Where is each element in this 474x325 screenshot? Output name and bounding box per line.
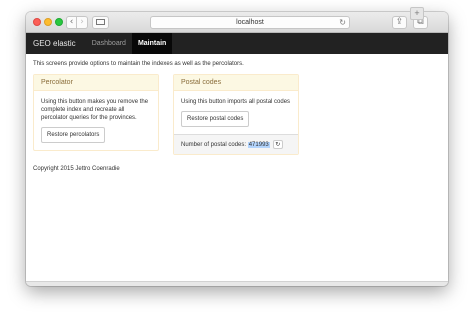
nav-item-maintain[interactable]: Maintain [131, 33, 173, 54]
minimize-window-button[interactable] [44, 18, 52, 26]
navbar-brand[interactable]: GEO elastic [26, 33, 86, 54]
postal-count-value: 471993 [247, 141, 270, 148]
intro-text: This screens provide options to maintain… [33, 61, 244, 67]
url-text: localhost [236, 19, 264, 26]
panel-title: Percolator [34, 75, 158, 91]
panel-title: Postal codes [174, 75, 298, 91]
postal-codes-panel: Postal codes Using this button imports a… [173, 74, 299, 155]
app-navbar: GEO elastic Dashboard Maintain [26, 33, 448, 54]
panels-row: Percolator Using this button makes you r… [33, 74, 441, 155]
panel-body: Using this button makes you remove the c… [34, 91, 158, 150]
sidebar-icon [96, 19, 105, 25]
share-icon[interactable]: ⇪ [392, 16, 407, 29]
copyright-footer: Copyright 2015 Jettro Coenradie [33, 166, 120, 172]
sidebar-toggle-button[interactable] [92, 16, 109, 29]
panel-description: Using this button imports all postal cod… [181, 99, 291, 105]
status-bar [26, 281, 448, 286]
panel-footer: Number of postal codes: 471993 ↻ [174, 134, 298, 154]
address-bar[interactable]: localhost ↻ [150, 16, 350, 29]
postal-count-label: Number of postal codes: [181, 141, 247, 148]
panel-description: Using this button makes you remove the c… [41, 99, 149, 121]
back-icon[interactable]: ‹ [66, 16, 77, 29]
panel-body: Using this button imports all postal cod… [174, 91, 298, 134]
browser-window: ‹ › localhost ↻ ⇪ ⧉ GEO elastic Dashboar… [26, 12, 448, 286]
new-tab-icon[interactable]: + [410, 7, 424, 20]
forward-icon[interactable]: › [77, 16, 88, 29]
maximize-window-button[interactable] [55, 18, 63, 26]
reload-icon[interactable]: ↻ [339, 17, 346, 28]
percolator-panel: Percolator Using this button makes you r… [33, 74, 159, 151]
refresh-icon[interactable]: ↻ [272, 140, 283, 149]
close-window-button[interactable] [33, 18, 41, 26]
main-content: This screens provide options to maintain… [26, 54, 448, 179]
restore-percolators-button[interactable]: Restore percolators [41, 127, 106, 143]
nav-item-dashboard[interactable]: Dashboard [86, 33, 132, 54]
title-bar: ‹ › localhost ↻ ⇪ ⧉ [26, 12, 448, 33]
restore-postal-codes-button[interactable]: Restore postal codes [181, 111, 250, 127]
